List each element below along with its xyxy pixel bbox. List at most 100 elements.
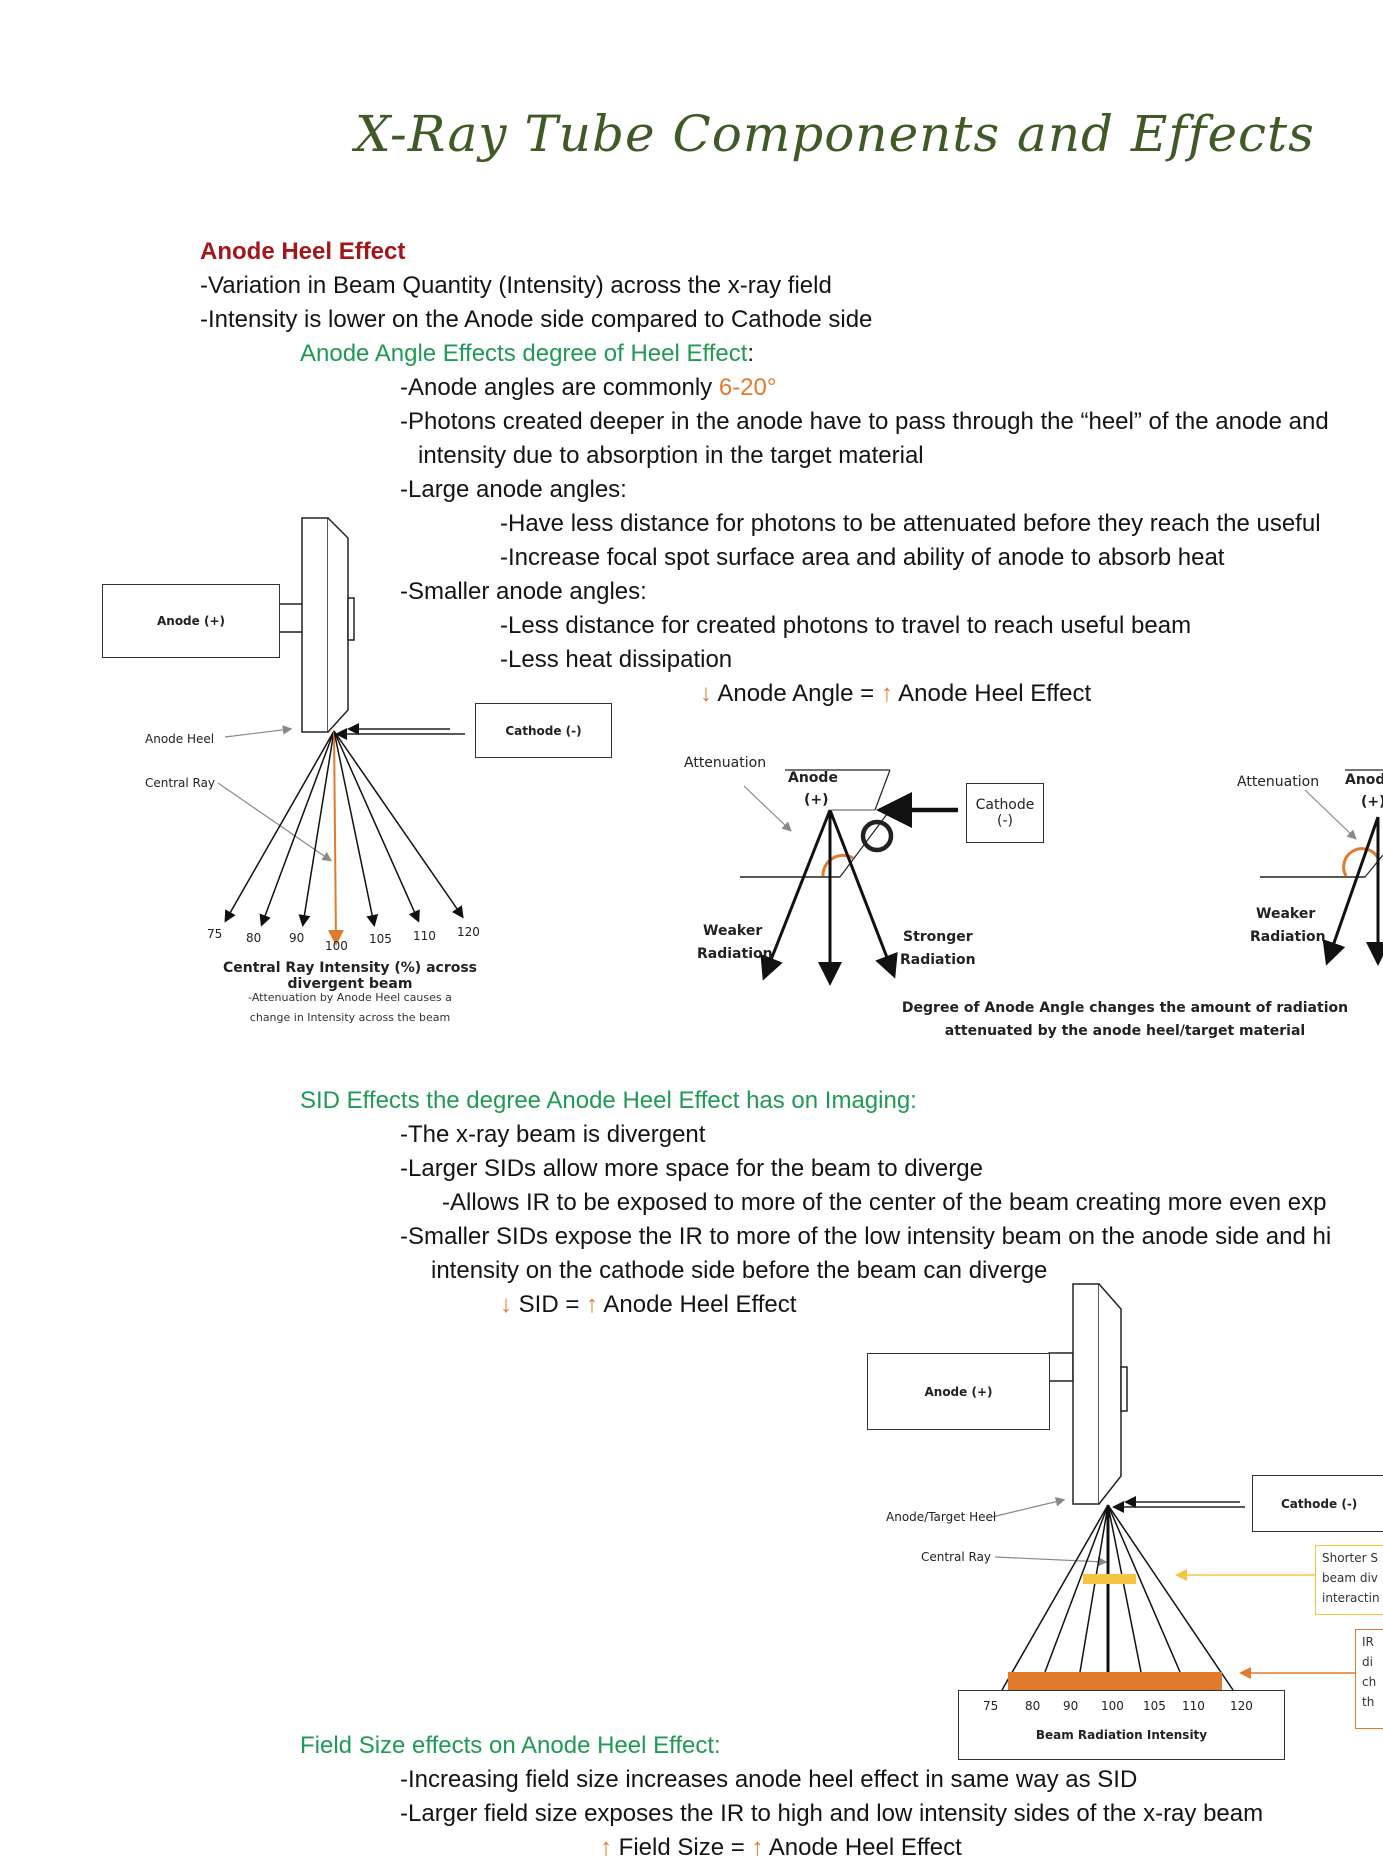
anode-angle-rule: ↓ Anode Angle = ↑ Anode Heel Effect [700,680,1091,708]
weaker-label-2a: Weaker [703,923,763,939]
attenuation-label-3: Attenuation [1237,774,1320,790]
large-angles-item-2: -Increase focal spot surface area and ab… [500,544,1225,571]
small-angles-heading: -Smaller anode angles: [400,578,647,605]
intensity-label-75: 75 [207,927,223,941]
small-angles-item-1: -Less distance for created photons to tr… [500,612,1192,639]
photons-line-1: -Photons created deeper in the anode hav… [400,408,1329,435]
cathode-label-2a: Cathode [975,797,1035,813]
subheading-anode-angle-text: Anode Angle Effects degree of Heel Effec… [300,340,748,367]
down-arrow-icon: ↓ [700,680,712,707]
callout-ir-line-1: IR [1362,1635,1374,1649]
anode-label-3a: Anod [1345,772,1383,788]
ray-4-105 [1107,1504,1142,1673]
field-line-1: -Increasing field size increases anode h… [400,1766,1138,1793]
diagram1-note: -Attenuation by Anode Heel causes a chan… [248,991,452,1024]
central-ray-label-4: Central Ray [921,1550,992,1564]
cathode-label-2b: (-) [997,813,1013,829]
angle-prefix: -Anode angles are commonly [400,374,719,401]
intensity-label-120: 120 [457,925,480,939]
rays-diagram-1 [224,730,464,946]
attenuation-label-2: Attenuation [684,755,767,771]
central-ray-label-1: Central Ray [145,776,216,790]
anode-target-heel-label: Anode/Target Heel [886,1510,997,1524]
intensity-scale-box: 75 80 90 100 105 110 120 Beam Radiation Intens… [958,1690,1285,1760]
subheading-field-size: Field Size effects on Anode Heel Effect: [300,1732,721,1759]
anode-assembly-1 [277,517,355,733]
up-arrow-icon: ↑ [586,1291,599,1318]
subheading-anode-angle: Anode Angle Effects degree of Heel Effec… [300,340,754,368]
ray-105 [333,730,379,927]
intensity-label-90: 90 [289,931,305,945]
weaker-label-2b: Radiation [697,946,773,962]
angle-range-line: -Anode angles are commonly 6-20° [400,374,776,402]
stronger-label-2b: Radiation [900,952,976,968]
anode-box-1: Anode (+) [102,584,280,658]
callout-short-sid-line-3: interactin [1322,1591,1380,1605]
small-angles-item-2: -Less heat dissipation [500,646,733,673]
photons-line-2: intensity due to absorption in the targe… [418,442,924,469]
section-heading-anode-heel: Anode Heel Effect [200,238,406,265]
long-sid-ir-bar [1008,1672,1222,1690]
sid-rule: ↓ SID = ↑ Anode Heel Effect [500,1291,796,1319]
beam-intensity-label-80: 80 [1025,1699,1041,1713]
ray-100 [327,730,344,946]
sid-smaller-line-2: intensity on the cathode side before the… [431,1257,1048,1284]
ray-4-75 [1001,1504,1109,1691]
angle-value: 6-20° [718,374,777,401]
cathode-label-4: Cathode (-) [1281,1496,1358,1511]
anode-label-2b: (+) [804,792,829,808]
callout-ir-line-2: di [1362,1655,1373,1669]
intensity-label-110: 110 [413,929,436,943]
callout-short-sid-line-1: Shorter S [1322,1551,1378,1565]
diagram2-caption-1: Degree of Anode Angle changes the amount… [901,1000,1349,1016]
anode-label-1: Anode (+) [156,614,225,628]
subheading-sid: SID Effects the degree Anode Heel Effect… [300,1087,917,1114]
beam-intensity-label-75: 75 [983,1699,999,1713]
sid-line-2: -Larger SIDs allow more space for the be… [400,1155,983,1182]
ray-75 [224,730,335,923]
anode-label-2a: Anode [788,770,838,786]
short-sid-ir-bar [1083,1574,1136,1584]
ray-80 [259,730,335,927]
anode-assembly-2 [1048,1283,1128,1505]
heel-line-1: -Variation in Beam Quantity (Intensity) … [200,272,832,299]
intensity-label-80: 80 [246,931,262,945]
rule-left: Anode Angle = [712,680,881,707]
rule-right: Anode Heel Effect [598,1291,797,1318]
ray-110 [333,730,420,923]
callout-ir-line-4: th [1362,1695,1375,1709]
beam-intensity-label-120: 120 [1230,1699,1253,1713]
cathode-box-2: Cathode (-) [966,783,1044,843]
beam-intensity-label-90: 90 [1063,1699,1079,1713]
subheading-colon: : [747,340,755,367]
beam-intensity-label-105: 105 [1143,1699,1166,1713]
heel-line-2: -Intensity is lower on the Anode side co… [200,306,873,333]
sid-smaller-line-1: -Smaller SIDs expose the IR to more of t… [400,1223,1332,1250]
intensity-label-105: 105 [369,932,392,946]
ray-4-80 [1044,1504,1109,1673]
weaker-label-3b: Radiation [1250,929,1326,945]
ray-120 [333,730,464,919]
down-arrow-icon: ↓ [500,1291,512,1318]
callout-ir: IR di ch th [1355,1629,1383,1729]
beam-intensity-caption: Beam Radiation Intensity [1035,1728,1208,1742]
field-line-2: -Larger field size exposes the IR to hig… [400,1800,1264,1827]
anode-box-4: Anode (+) [867,1353,1050,1430]
rule-left: SID = [512,1291,587,1318]
rays-diagram-4 [1001,1504,1234,1691]
anode-angle-diagram-large [740,769,958,986]
intensity-label-100: 100 [325,939,348,953]
anode-heel-label: Anode Heel [145,732,215,746]
weaker-label-3a: Weaker [1256,906,1316,922]
cathode-label-1: Cathode (-) [505,723,582,738]
beam-intensity-label-100: 100 [1101,1699,1124,1713]
callout-short-sid-line-2: beam div [1322,1571,1378,1585]
ray-4-90 [1079,1504,1109,1673]
ray-4-110 [1107,1504,1181,1673]
cathode-box-4: Cathode (-) [1252,1475,1383,1532]
field-rule: ↑ Field Size = ↑ Anode Heel Effect [600,1834,962,1862]
anode-label-3b: (+) [1361,794,1383,810]
callout-short-sid: Shorter S beam div interactin [1315,1545,1383,1615]
up-arrow-icon: ↑ [880,680,893,707]
page-title: X-Ray Tube Components and Effects [355,105,1315,163]
